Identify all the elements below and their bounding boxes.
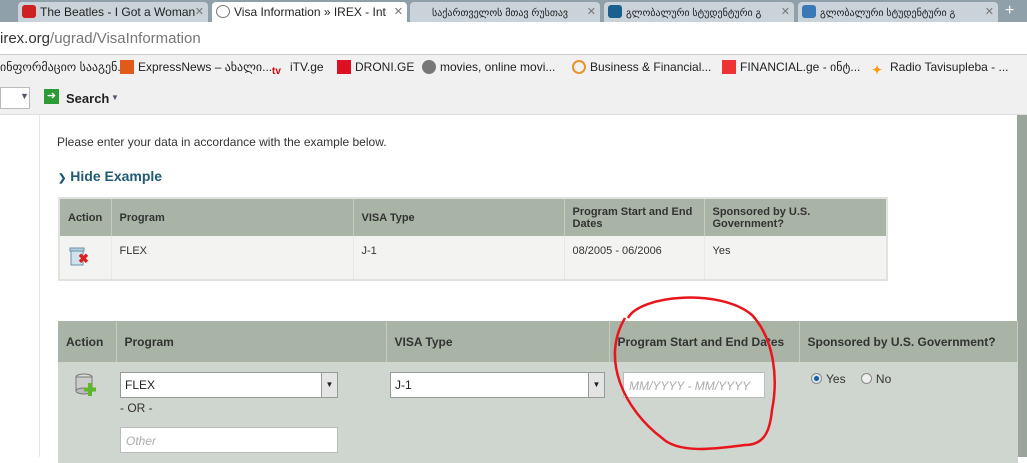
red-circle-annotation — [613, 296, 776, 451]
